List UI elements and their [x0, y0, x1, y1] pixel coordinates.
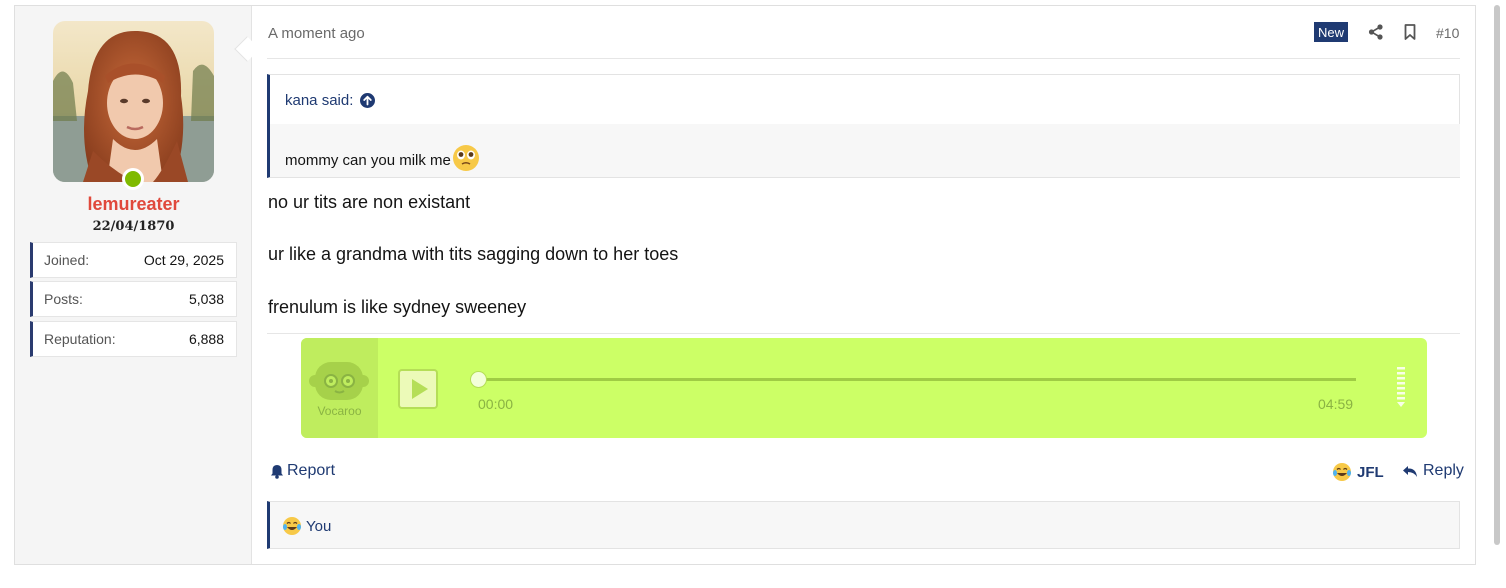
vocaroo-audio-player: Vocaroo 00:00 04:59	[301, 338, 1427, 438]
quote-text-wrap: mommy can you milk me	[285, 144, 480, 171]
bookmark-icon[interactable]	[1401, 23, 1419, 41]
post-number[interactable]: #10	[1436, 25, 1459, 41]
message-line: ur like a grandma with tits sagging down…	[268, 244, 679, 264]
reply-icon	[1403, 466, 1417, 477]
crying-laughing-emoji	[283, 517, 301, 535]
arrow-up-circle-icon[interactable]	[360, 93, 376, 108]
post-timestamp[interactable]: A moment ago	[268, 25, 365, 42]
react-label: JFL	[1357, 463, 1384, 481]
audio-current-time: 00:00	[478, 396, 514, 412]
vocaroo-mascot-icon	[309, 362, 369, 400]
audio-seek-knob[interactable]	[470, 371, 487, 388]
stat-value: Oct 29, 2025	[143, 252, 224, 268]
quote-text: mommy can you milk me	[285, 152, 451, 169]
stat-label: Posts:	[44, 291, 83, 307]
user-info-column: lemureater 22/04/1870 Joined: Oct 29, 20…	[15, 6, 252, 564]
vocaroo-brand: Vocaroo	[317, 404, 362, 418]
header-divider	[267, 58, 1460, 59]
message-line: frenulum is like sydney sweeney	[268, 297, 527, 317]
reactions-users[interactable]: You	[306, 518, 331, 535]
username[interactable]: lemureater	[15, 194, 252, 215]
play-button[interactable]	[398, 369, 438, 409]
play-icon	[412, 379, 428, 399]
crying-laughing-emoji	[1333, 463, 1351, 481]
avatar[interactable]	[53, 21, 214, 182]
quote-author[interactable]: kana said:	[285, 92, 353, 109]
quote-header[interactable]: kana said:	[285, 92, 376, 109]
audio-duration: 04:59	[1318, 396, 1354, 412]
quote-block: kana said: mommy can you milk me	[267, 74, 1460, 178]
forum-post: lemureater 22/04/1870 Joined: Oct 29, 20…	[14, 5, 1476, 565]
audio-seek-track[interactable]	[478, 378, 1356, 381]
stat-posts: Posts: 5,038	[30, 281, 237, 317]
stat-value: 6,888	[188, 331, 224, 347]
share-icon[interactable]	[1367, 23, 1385, 41]
bell-icon	[271, 464, 283, 479]
quote-body: mommy can you milk me	[270, 124, 1460, 177]
stat-value: 5,038	[188, 291, 224, 307]
stat-label: Reputation:	[44, 331, 116, 347]
stat-joined: Joined: Oct 29, 2025	[30, 242, 237, 278]
body-divider	[267, 333, 1460, 334]
reactions-list[interactable]: You	[282, 516, 331, 536]
stat-reputation: Reputation: 6,888	[30, 321, 237, 357]
user-title: 22/04/1870	[92, 219, 175, 234]
react-button[interactable]: JFL	[1332, 462, 1384, 482]
reply-label: Reply	[1423, 462, 1464, 479]
new-badge: New	[1314, 22, 1349, 42]
scrollbar-thumb[interactable]	[1494, 5, 1500, 545]
stat-label: Joined:	[44, 252, 90, 268]
message-line: no ur tits are non existant	[268, 192, 471, 212]
report-button[interactable]: Report	[270, 462, 335, 480]
vocaroo-logo[interactable]: Vocaroo	[301, 338, 378, 438]
reactions-bar: You	[267, 501, 1460, 549]
report-label: Report	[287, 462, 336, 479]
face-holding-back-tears-emoji	[452, 145, 479, 171]
volume-slider[interactable]	[1397, 367, 1405, 407]
online-status-indicator	[122, 168, 144, 190]
reply-button[interactable]: Reply	[1402, 462, 1464, 480]
